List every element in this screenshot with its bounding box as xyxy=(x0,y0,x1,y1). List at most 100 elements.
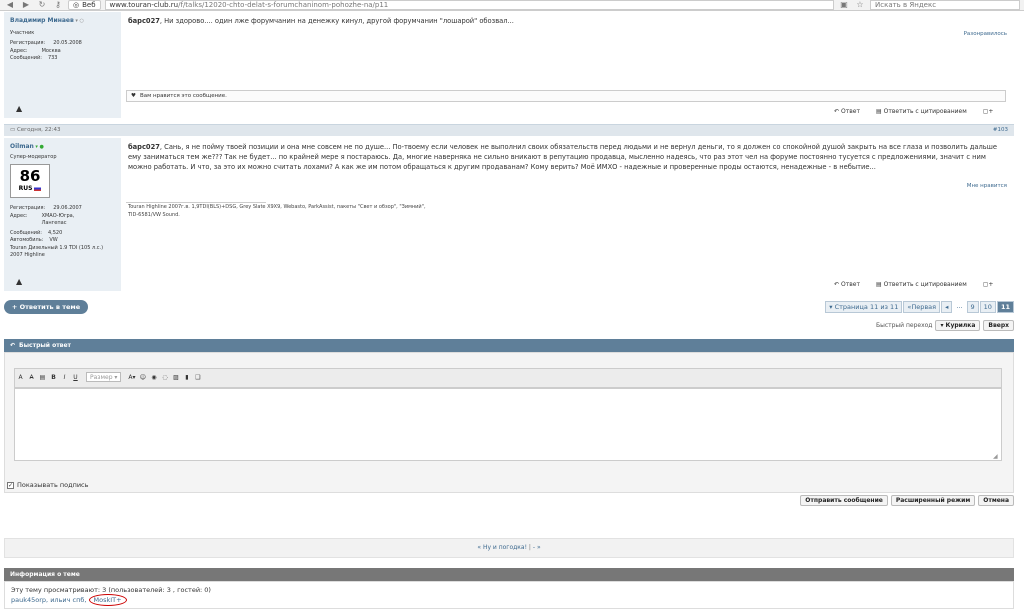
show-signature-label: Показывать подпись xyxy=(17,481,89,489)
page-link-current[interactable]: 11 xyxy=(996,301,1014,313)
quote-icon: ▤ xyxy=(875,108,882,115)
reply-arrow-icon: ↶ xyxy=(834,108,840,115)
image-icon[interactable]: ▨ xyxy=(171,373,180,382)
underline-icon[interactable]: U xyxy=(71,373,80,382)
reply-button[interactable]: ↶ Ответ xyxy=(834,108,860,115)
page-info[interactable]: ▾ Страница 11 из 11 xyxy=(825,301,903,313)
reply-arrow-icon: ↶ xyxy=(834,281,840,288)
plate-code: RUS xyxy=(18,185,33,192)
plate-number: 86 xyxy=(19,167,41,185)
font-icon[interactable]: A xyxy=(16,373,25,382)
browser-toolbar: ◀ ▶ ↻ ⚷ ◎ Веб www.touran-club.ru/f/talks/… xyxy=(0,0,1024,11)
resize-handle-icon[interactable]: ◢ xyxy=(993,453,998,460)
quote-icon[interactable]: ❑ xyxy=(193,373,202,382)
first-page-link[interactable]: «Первая xyxy=(903,301,941,313)
reply-quote-button[interactable]: ▤ Ответить с цитированием xyxy=(876,108,967,115)
video-icon[interactable]: ▮ xyxy=(182,373,191,382)
post2-quote-name: барс027 xyxy=(128,143,160,151)
cancel-button[interactable]: Отмена xyxy=(978,495,1014,506)
multiquote-icon[interactable]: ▢+ xyxy=(983,281,994,288)
calendar-icon: ▭ xyxy=(10,127,16,133)
unlike-link[interactable]: Разонравилось xyxy=(964,30,1007,38)
prev-thread-link[interactable]: « Ну и погодка! xyxy=(477,544,527,551)
post2-text: , Сань, я не пойму твоей позиции и она м… xyxy=(128,143,997,172)
post2-signature: Touran Highline 2007г.в. 1,9TDI(BLS)+DSG… xyxy=(128,204,426,219)
reply-label: Ответ xyxy=(841,108,860,115)
heart-icon: ♥ xyxy=(131,92,136,99)
advanced-mode-button[interactable]: Расширенный режим xyxy=(890,495,976,506)
post2-role: Супер-модератор xyxy=(10,153,57,160)
highlight-circle: MoskIT+ xyxy=(88,594,127,607)
report-warning-icon[interactable]: ▲ xyxy=(16,276,22,288)
smiley-icon[interactable]: ☺ xyxy=(138,373,147,382)
viewers-list: pauk45orp, ильич спб, MoskIT+ xyxy=(11,594,1007,607)
reply-quote-button[interactable]: ▤ Ответить с цитированием xyxy=(876,281,967,288)
post2-msgs-label: Сообщений: xyxy=(10,229,42,236)
viewer-link[interactable]: ильич спб xyxy=(50,596,84,604)
web-search-chip[interactable]: ◎ Веб xyxy=(68,0,101,10)
forward-arrow-icon[interactable]: ▶ xyxy=(20,0,32,10)
prev-page-link[interactable]: ◂ xyxy=(941,301,953,313)
show-signature-checkbox[interactable]: ✓ xyxy=(7,481,14,489)
quick-jump: Быстрый переход ▾ Курилка Вверх xyxy=(876,320,1014,331)
bold-icon[interactable]: B xyxy=(49,373,58,382)
flag-icon xyxy=(34,186,42,191)
page-link-10[interactable]: 10 xyxy=(979,301,996,313)
online-status-icon: ▾ ● xyxy=(35,144,44,150)
key-icon[interactable]: ⚷ xyxy=(52,0,64,10)
post1-role: Участник xyxy=(10,29,35,36)
report-warning-icon[interactable]: ▲ xyxy=(16,103,22,115)
signature-line2: TID-6581/VW Sound. xyxy=(128,211,180,218)
post1-status-icon: ▾ ○ xyxy=(75,18,84,24)
pagination: ▾ Страница 11 из 11 «Первая ◂ ... 9 10 1… xyxy=(825,301,1014,313)
back-arrow-icon[interactable]: ◀ xyxy=(4,0,16,10)
star-icon[interactable]: ☆ xyxy=(854,0,866,10)
post1-author-name[interactable]: Владимир Минаев xyxy=(10,17,74,24)
rss-icon[interactable]: ▣ xyxy=(838,0,850,10)
page-link-9[interactable]: 9 xyxy=(966,301,979,313)
pagination-ellipsis: ... xyxy=(956,302,963,310)
post1-reg-value: 20.05.2008 xyxy=(53,40,82,46)
post1-msgs-value: 733 xyxy=(47,55,58,61)
text-color-icon[interactable]: A▾ xyxy=(127,373,136,382)
thread-info-panel: Эту тему просматривают: 3 (пользователей… xyxy=(4,581,1014,609)
reply-quote-label: Ответить с цитированием xyxy=(883,281,967,288)
thread-navigation: « Ну и погодка! | - » xyxy=(4,538,1014,558)
post1-body: барс027, Ни здорово.... один лже форумча… xyxy=(121,12,1014,118)
yandex-search[interactable]: Искать в Яндекс xyxy=(870,0,1020,10)
viewer-link[interactable]: pauk45orp xyxy=(11,596,46,604)
show-signature-row: ✓ Показывать подпись xyxy=(7,481,88,489)
reply-button[interactable]: ↶ Ответ xyxy=(834,281,860,288)
post2-addr-value: ХМАО-Югра, Лангепас xyxy=(41,212,75,227)
post2-body: барс027, Сань, я не пойму твоей позиции … xyxy=(121,138,1014,291)
viewer-link[interactable]: MoskIT+ xyxy=(94,596,122,604)
address-bar[interactable]: www.touran-club.ru/f/talks/12020-chto-de… xyxy=(104,0,834,10)
quick-reply-buttons: Отправить сообщение Расширенный режим От… xyxy=(800,495,1014,506)
size-placeholder: Размер xyxy=(90,374,113,381)
like-link[interactable]: Мне нравится xyxy=(967,182,1007,190)
globe-icon: ◎ xyxy=(73,1,80,9)
post1-addr-label: Адрес: xyxy=(10,47,28,54)
avatar[interactable]: 86 RUS xyxy=(10,164,50,198)
message-textarea[interactable] xyxy=(14,388,1002,461)
quick-jump-select[interactable]: ▾ Курилка xyxy=(935,320,981,331)
italic-icon[interactable]: I xyxy=(60,373,69,382)
paste-icon[interactable]: ▤ xyxy=(38,373,47,382)
send-button[interactable]: Отправить сообщение xyxy=(800,495,888,506)
link-icon[interactable]: ◉ xyxy=(149,373,158,382)
post2-author-name[interactable]: Oilman xyxy=(10,143,34,150)
reply-thread-button[interactable]: + Ответить в теме xyxy=(4,300,88,314)
reload-icon[interactable]: ↻ xyxy=(36,0,48,10)
post1-quote-name: барс027 xyxy=(128,17,160,25)
url-host: www.touran-club.ru xyxy=(109,1,179,9)
top-button[interactable]: Вверх xyxy=(983,320,1014,331)
next-thread-link[interactable]: - » xyxy=(533,544,541,551)
remove-format-icon[interactable]: A̶ xyxy=(27,373,36,382)
size-select[interactable]: Размер ▾ xyxy=(86,372,122,382)
reply-arrow-icon: ↶ xyxy=(10,342,16,349)
post2-addr-label: Адрес: xyxy=(10,212,28,219)
editor-toolbar: A A̶ ▤ B I U Размер ▾ A▾ ☺ ◉ ◌ ▨ ▮ ❑ xyxy=(16,372,202,382)
unlink-icon[interactable]: ◌ xyxy=(160,373,169,382)
post2-number[interactable]: #103 xyxy=(993,127,1008,134)
multiquote-icon[interactable]: ▢+ xyxy=(983,108,994,115)
